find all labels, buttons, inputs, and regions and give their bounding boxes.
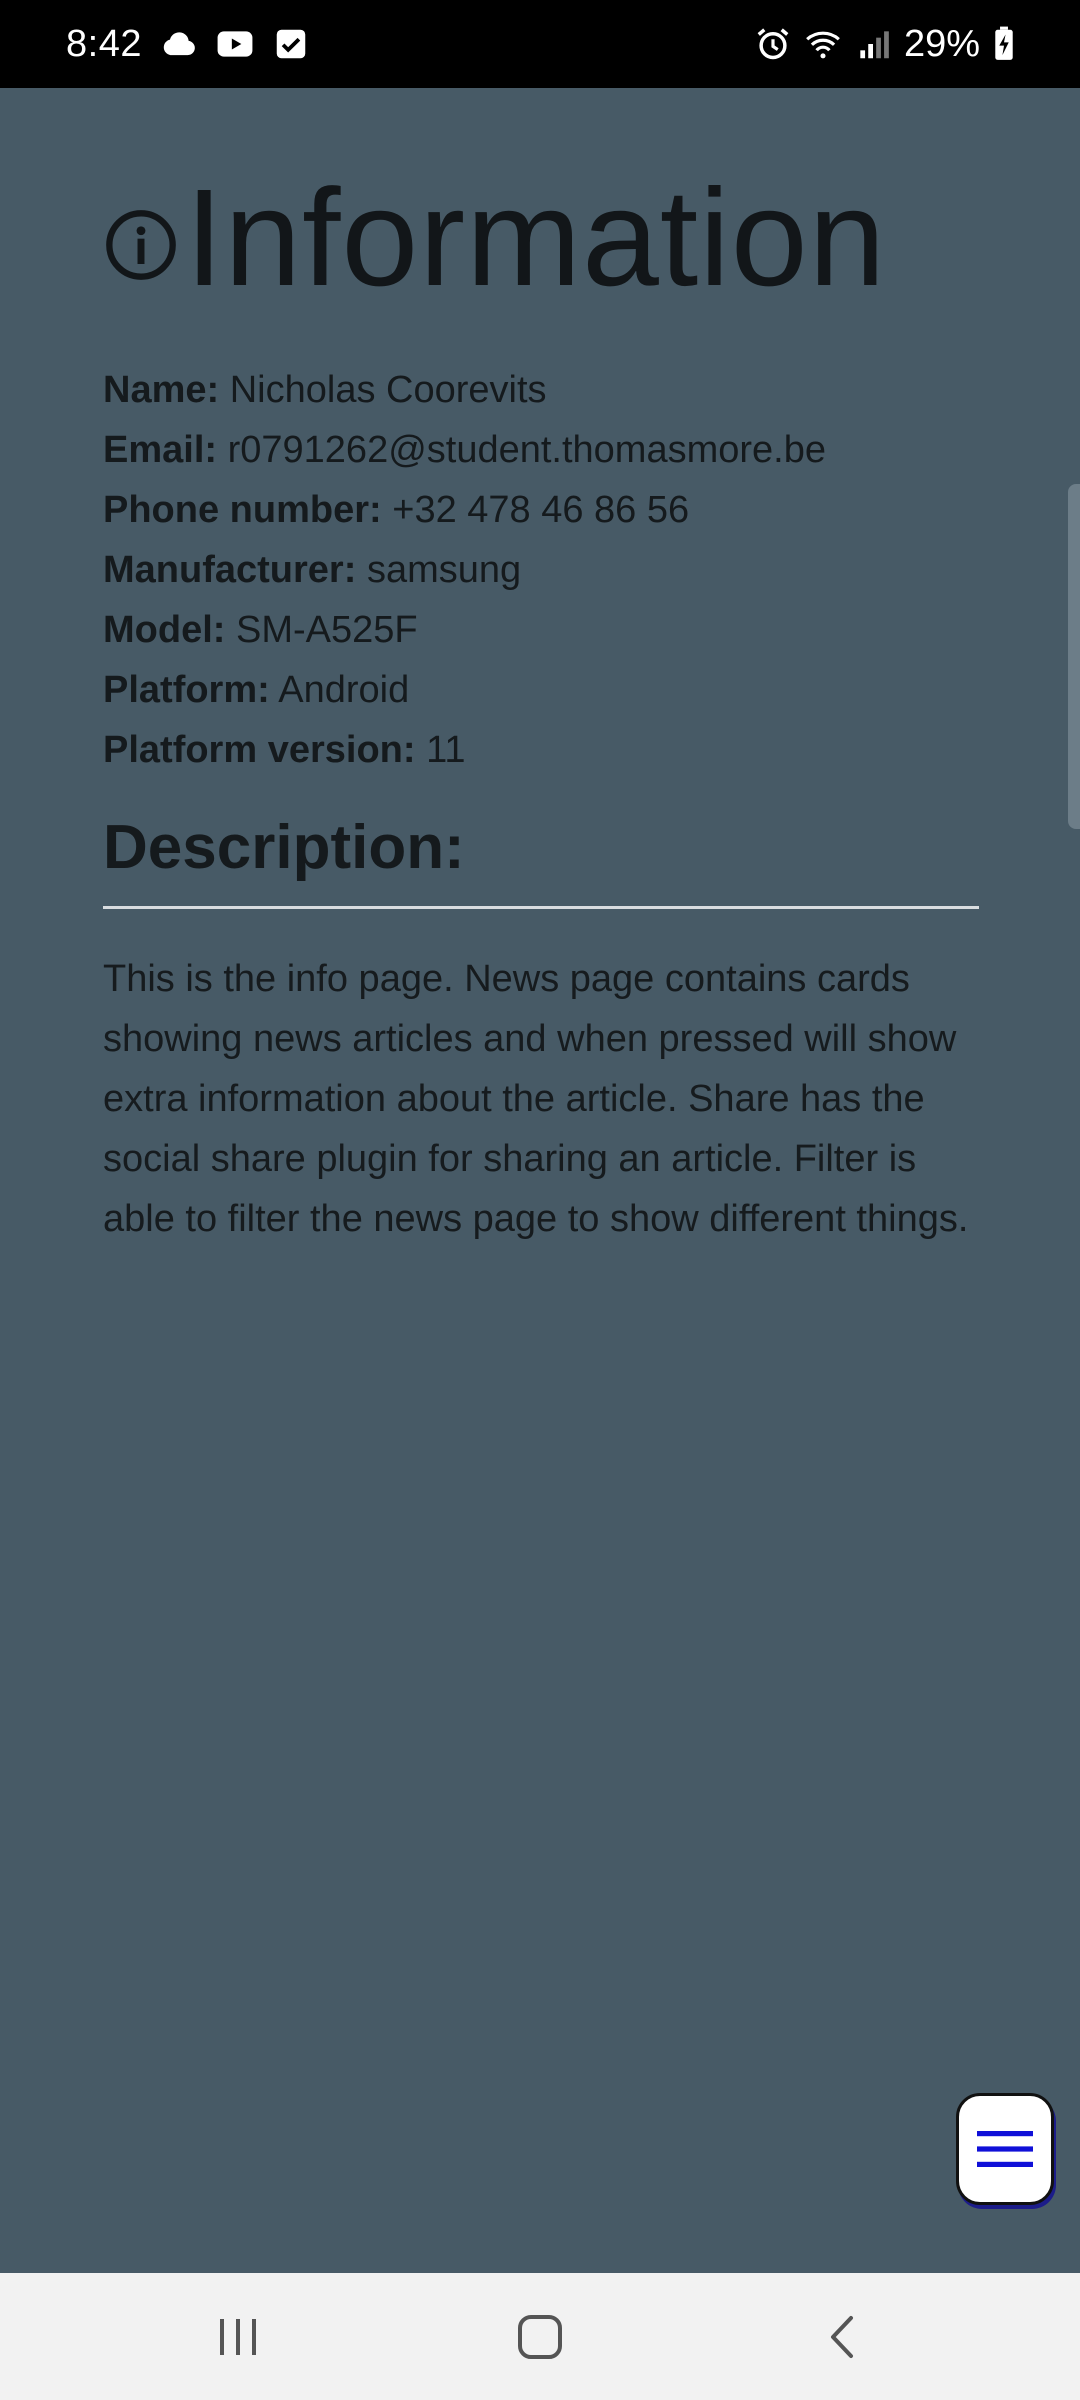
info-page-content: Information Name: Nicholas Coorevits Ema…	[103, 88, 979, 1249]
info-label: Name:	[103, 369, 220, 411]
signal-icon	[854, 25, 892, 63]
recent-apps-button[interactable]	[178, 2273, 298, 2400]
menu-button[interactable]	[956, 2093, 1054, 2205]
info-value: SM-A525F	[236, 609, 418, 651]
back-button[interactable]	[782, 2273, 902, 2400]
alarm-icon	[754, 25, 792, 63]
divider	[103, 906, 979, 910]
checkbox-icon	[272, 25, 310, 63]
scrollbar[interactable]	[1068, 484, 1080, 829]
status-bar: 8:42 29%	[0, 0, 1080, 88]
info-label: Platform:	[103, 669, 270, 711]
page-title: Information	[103, 168, 979, 308]
info-row-manufacturer: Manufacturer: samsung	[103, 540, 979, 600]
status-left: 8:42	[66, 0, 310, 88]
cloud-icon	[160, 25, 198, 63]
info-label: Model:	[103, 609, 226, 651]
recent-apps-icon	[220, 2318, 256, 2355]
info-row-name: Name: Nicholas Coorevits	[103, 360, 979, 420]
info-row-email: Email: r0791262@student.thomasmore.be	[103, 420, 979, 480]
info-row-platform: Platform: Android	[103, 660, 979, 720]
info-value: Android	[278, 669, 410, 711]
info-label: Email:	[103, 429, 218, 471]
youtube-icon	[216, 25, 254, 63]
info-row-model: Model: SM-A525F	[103, 600, 979, 660]
info-value: +32 478 46 86 56	[392, 489, 690, 531]
info-value: Nicholas Coorevits	[229, 369, 547, 411]
info-value: 11	[426, 729, 466, 771]
info-row-phone: Phone number: +32 478 46 86 56	[103, 480, 979, 540]
description-heading: Description:	[103, 813, 465, 882]
back-icon	[831, 2315, 853, 2358]
info-circle-icon	[103, 207, 179, 283]
info-label: Platform version:	[103, 729, 416, 771]
wifi-icon	[804, 25, 842, 63]
navigation-bar	[0, 2273, 1080, 2400]
battery-charging-icon	[992, 25, 1016, 63]
menu-icon	[977, 2131, 1033, 2167]
home-button[interactable]	[480, 2273, 600, 2400]
battery-percentage: 29%	[903, 22, 980, 65]
info-row-platform-version: Platform version: 11	[103, 720, 979, 780]
status-right: 29%	[754, 0, 1016, 88]
status-time: 8:42	[66, 22, 142, 65]
description-text: This is the info page. News page contain…	[103, 958, 969, 1241]
info-label: Manufacturer:	[103, 549, 357, 591]
info-label: Phone number:	[103, 489, 382, 531]
page-title-text: Information	[185, 161, 887, 315]
home-icon	[518, 2314, 562, 2359]
device-info-list: Name: Nicholas Coorevits Email: r0791262…	[103, 360, 979, 780]
info-value: samsung	[366, 549, 522, 591]
info-value: r0791262@student.thomasmore.be	[227, 429, 826, 471]
